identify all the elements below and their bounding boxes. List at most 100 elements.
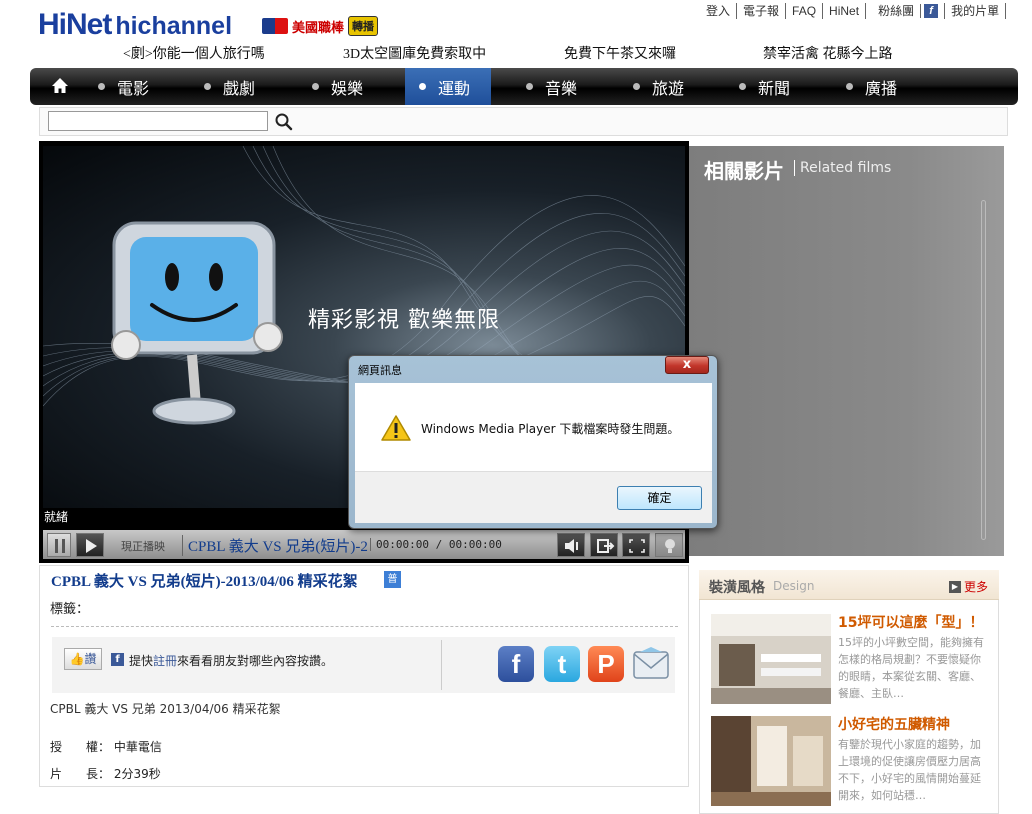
- nav-item-news[interactable]: 新聞: [739, 68, 790, 105]
- newsletter-link[interactable]: 電子報: [737, 3, 787, 19]
- design-subtitle: Design: [773, 579, 815, 593]
- mlb-banner[interactable]: 美國職棒 轉播: [262, 15, 402, 37]
- share-plurk-icon[interactable]: P: [588, 646, 624, 682]
- search-input[interactable]: [48, 111, 268, 131]
- promo-link-3[interactable]: 免費下午茶又來囉: [564, 43, 676, 63]
- popout-icon: [597, 539, 615, 553]
- promo-link-4[interactable]: 禁宰活禽 花縣今上路: [763, 43, 893, 63]
- dialog-title: 網頁訊息: [358, 364, 402, 377]
- video-title: CPBL 義大 VS 兄弟(短片)-2013/04/06 精采花絮: [51, 574, 358, 590]
- related-title: 相關影片: [704, 159, 784, 183]
- nav-item-radio[interactable]: 廣播: [846, 68, 897, 105]
- bullet-icon: [419, 83, 426, 90]
- share-twitter-icon[interactable]: t: [544, 646, 580, 682]
- nav-label: 廣播: [865, 80, 898, 98]
- nav-item-movies[interactable]: 電影: [98, 68, 149, 105]
- bullet-icon: [98, 83, 105, 90]
- mlb-label: 美國職棒: [292, 19, 345, 35]
- nav-label: 音樂: [545, 80, 578, 98]
- nav-label: 運動: [438, 80, 471, 98]
- more-label: 更多: [964, 580, 989, 594]
- fullscreen-button[interactable]: [622, 533, 650, 557]
- dialog-close-button[interactable]: x: [665, 356, 709, 374]
- play-button[interactable]: [76, 533, 104, 557]
- nav-label: 戲劇: [223, 80, 256, 98]
- nav-label: 新聞: [758, 80, 791, 98]
- bullet-icon: [846, 83, 853, 90]
- play-arrow-icon: ▶: [949, 580, 961, 593]
- fullscreen-icon: [629, 539, 645, 553]
- dialog-message: Windows Media Player 下載檔案時發生問題。: [421, 422, 680, 436]
- light-button[interactable]: [655, 533, 683, 557]
- nav-item-music[interactable]: 音樂: [526, 68, 577, 105]
- close-icon: x: [682, 357, 692, 372]
- fb-prompt-pre: 提快: [129, 654, 154, 668]
- article-title-2[interactable]: 小好宅的五臟精神: [838, 714, 950, 734]
- video-rights: 授 權： 中華電信: [50, 740, 162, 754]
- hinet-link[interactable]: HiNet: [823, 3, 867, 19]
- facebook-prompt: 提快註冊來看看朋友對哪些內容按讚。: [129, 652, 333, 669]
- like-label: 讚: [84, 652, 97, 666]
- related-subtitle: Related films: [794, 160, 891, 176]
- nav-item-travel[interactable]: 旅遊: [633, 68, 684, 105]
- facebook-icon: f: [924, 4, 939, 18]
- article-body-2: 有鑒於現代小家庭的趨勢，加上環境的促使讓房價壓力居高不下，小好宅的風情開始蔓延開…: [838, 738, 981, 802]
- volume-button[interactable]: [557, 533, 585, 557]
- design-title: 裝潢風格: [709, 580, 765, 596]
- ok-button[interactable]: 確定: [617, 486, 702, 510]
- share-email-icon[interactable]: [632, 646, 670, 682]
- video-description: CPBL 義大 VS 兄弟 2013/04/06 精采花絮: [50, 702, 281, 716]
- article-thumbnail[interactable]: [711, 614, 831, 704]
- nav-item-entertainment[interactable]: 娛樂: [312, 68, 363, 105]
- related-films-panel: [689, 146, 1004, 556]
- article-body-1: 15坪的小坪數空間，能夠擁有怎樣的格局規劃？不要懷疑你的眼睛，本案從玄關、客廳、…: [838, 636, 984, 700]
- promo-link-2[interactable]: 3D太空圖庫免費索取中: [343, 43, 486, 63]
- play-icon: [86, 539, 97, 553]
- top-links: 登入 電子報 FAQ HiNet 粉絲團 f 我的片單: [700, 3, 1007, 19]
- nav-label: 電影: [117, 80, 150, 98]
- logo-main: HiNet: [38, 8, 112, 41]
- facebook-icon: f: [111, 653, 124, 666]
- bullet-icon: [739, 83, 746, 90]
- more-link[interactable]: ▶ 更多: [949, 578, 988, 595]
- tv-mascot-icon: [111, 221, 283, 425]
- nav-item-sports[interactable]: 運動: [405, 68, 491, 105]
- warning-icon: [381, 415, 411, 441]
- promo-link-1[interactable]: <剫>你能一個人旅行嗎: [123, 43, 265, 63]
- pause-icon: [55, 539, 65, 553]
- login-link[interactable]: 登入: [700, 3, 738, 19]
- nav-label: 旅遊: [652, 80, 685, 98]
- lightbulb-icon: [665, 539, 675, 553]
- logo-sub: hichannel: [115, 12, 233, 40]
- home-icon[interactable]: [50, 76, 70, 96]
- player-tagline: 精彩影視 歡樂無限: [308, 308, 500, 333]
- speaker-icon: [565, 539, 578, 553]
- article-thumbnail[interactable]: [711, 716, 831, 806]
- faq-link[interactable]: FAQ: [786, 3, 824, 19]
- article-title-1[interactable]: 15坪可以這麼「型」！: [838, 612, 983, 632]
- social-separator: [441, 640, 442, 690]
- bullet-icon: [633, 83, 640, 90]
- divider: [51, 626, 678, 627]
- fanpage-link[interactable]: 粉絲團 f: [866, 3, 946, 19]
- search-icon[interactable]: [274, 112, 294, 132]
- popout-button[interactable]: [590, 533, 618, 557]
- fanpage-label: 粉絲團: [872, 4, 922, 18]
- my-playlist-link[interactable]: 我的片單: [945, 3, 1007, 19]
- related-scrollbar[interactable]: [981, 200, 986, 540]
- register-link[interactable]: 註冊: [153, 654, 177, 668]
- timecode: 00:00:00 / 00:00:00: [370, 538, 502, 551]
- hinet-logo[interactable]: HiNet hichannel: [38, 8, 250, 46]
- player-status: 就緒: [44, 510, 69, 524]
- now-playing-label: 現正播映: [121, 540, 165, 553]
- pause-button[interactable]: [47, 533, 71, 557]
- bullet-icon: [526, 83, 533, 90]
- like-button[interactable]: 👍讚: [64, 648, 102, 670]
- mlb-logo-icon: [262, 18, 288, 34]
- tags-label: 標籤：: [50, 602, 90, 617]
- thumbs-up-icon: 👍: [69, 652, 85, 666]
- nav-item-drama[interactable]: 戲劇: [204, 68, 255, 105]
- nav-label: 娛樂: [331, 80, 364, 98]
- share-facebook-icon[interactable]: f: [498, 646, 534, 682]
- rating-badge: 普: [384, 571, 401, 588]
